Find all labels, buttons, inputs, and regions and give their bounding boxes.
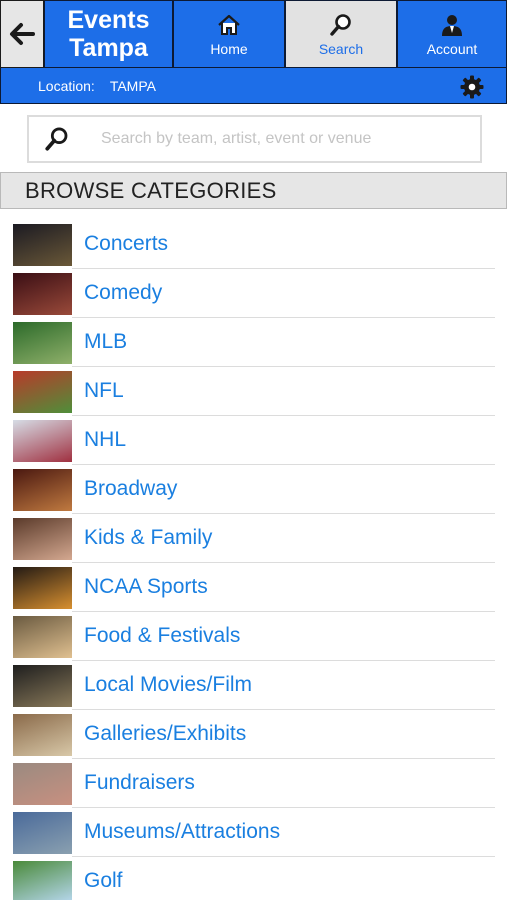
location-label: Location: [38,77,95,94]
browse-categories-header: BROWSE CATEGORIES [0,172,507,209]
category-thumbnail [13,469,72,511]
nav-search-button[interactable]: Search [285,0,397,68]
category-label[interactable]: Food & Festivals [84,624,240,648]
category-item[interactable]: NHL [0,416,507,465]
account-icon [442,14,462,36]
category-label[interactable]: Kids & Family [84,526,212,550]
category-thumbnail [13,567,72,609]
back-button[interactable] [0,0,44,68]
category-item[interactable]: Broadway [0,465,507,514]
search-icon [45,127,68,151]
nav-account-label: Account [426,40,478,57]
category-thumbnail [13,322,72,364]
category-label[interactable]: Broadway [84,477,177,501]
category-thumbnail [13,371,72,413]
search-input[interactable] [101,130,461,148]
category-item[interactable]: NFL [0,367,507,416]
category-thumbnail [13,812,72,854]
browse-categories-title: BROWSE CATEGORIES [25,177,277,203]
category-label[interactable]: Museums/Attractions [84,820,280,844]
category-thumbnail [13,616,72,658]
category-label[interactable]: Fundraisers [84,771,195,795]
nav-home-button[interactable]: Home [173,0,285,68]
nav-search-label: Search [318,40,364,57]
category-label[interactable]: Concerts [84,232,168,256]
category-item[interactable]: Fundraisers [0,759,507,808]
category-label[interactable]: MLB [84,330,127,354]
app-title-line1: Events [67,6,150,34]
nav-account-button[interactable]: Account [397,0,507,68]
category-thumbnail [13,224,72,266]
category-item[interactable]: Food & Festivals [0,612,507,661]
category-label[interactable]: Galleries/Exhibits [84,722,246,746]
category-thumbnail [13,665,72,707]
category-item[interactable]: Kids & Family [0,514,507,563]
category-thumbnail [13,273,72,315]
top-navigation-bar: Events Tampa Home Search Account [0,0,507,68]
category-item[interactable]: Galleries/Exhibits [0,710,507,759]
app-title-line2: Tampa [69,34,148,62]
category-label[interactable]: NFL [84,379,124,403]
category-thumbnail [13,518,72,560]
category-label[interactable]: Golf [84,869,123,893]
search-box[interactable] [27,115,482,163]
category-item[interactable]: Museums/Attractions [0,808,507,857]
back-arrow-icon [10,23,35,45]
location-value[interactable]: TAMPA [110,78,156,94]
category-item[interactable]: NCAA Sports [0,563,507,612]
location-bar: Location: TAMPA [0,68,507,104]
home-icon [218,14,240,35]
category-item[interactable]: Comedy [0,269,507,318]
gear-icon[interactable] [460,75,484,99]
category-thumbnail [13,420,72,462]
category-label[interactable]: NHL [84,428,126,452]
category-label[interactable]: Local Movies/Film [84,673,252,697]
category-item[interactable]: Golf [0,857,507,900]
category-item[interactable]: Local Movies/Film [0,661,507,710]
category-label[interactable]: NCAA Sports [84,575,208,599]
category-list: Concerts Comedy MLB NFL NHL Broadway Kids & Fa… [0,220,507,900]
category-item[interactable]: Concerts [0,220,507,269]
search-icon [330,13,351,36]
category-thumbnail [13,763,72,805]
app-title: Events Tampa [44,0,173,68]
category-label[interactable]: Comedy [84,281,162,305]
nav-home-label: Home [210,40,248,57]
category-item[interactable]: MLB [0,318,507,367]
category-thumbnail [13,861,72,900]
category-thumbnail [13,714,72,756]
